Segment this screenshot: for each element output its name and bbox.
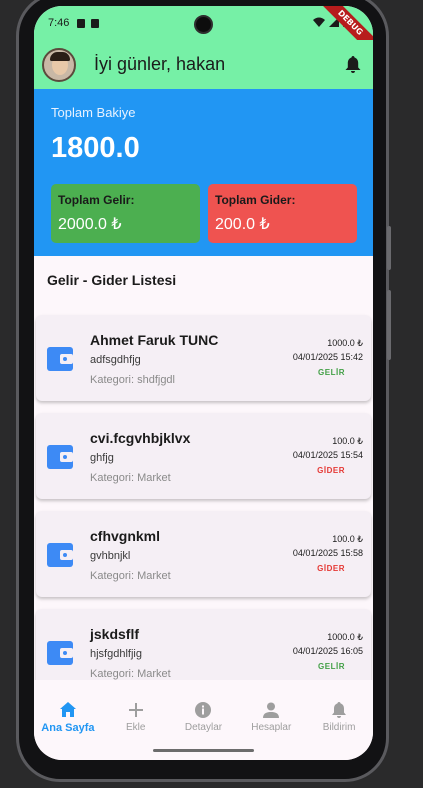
transaction-name: cfhvgnkml bbox=[90, 528, 161, 544]
transaction-category: Kategori: Market bbox=[90, 668, 171, 680]
notifications-bell-icon[interactable] bbox=[343, 55, 363, 75]
transaction-card[interactable]: Ahmet Faruk TUNC adfsgdhfjg Kategori: sh… bbox=[36, 315, 371, 401]
avatar[interactable] bbox=[42, 47, 76, 82]
wallet-icon bbox=[47, 445, 73, 469]
wallet-icon bbox=[47, 641, 73, 665]
transaction-type: GELİR bbox=[318, 368, 345, 377]
bell-icon bbox=[332, 702, 347, 718]
greeting-title: İyi günler, hakan bbox=[94, 54, 226, 74]
nav-add[interactable]: Ekle bbox=[102, 680, 170, 760]
nav-home[interactable]: Ana Sayfa bbox=[34, 680, 102, 760]
app-screen: 7:46 DEBUG İyi günler, hakan Toplam Baki… bbox=[34, 6, 373, 760]
transaction-description: gvhbnjkl bbox=[90, 550, 131, 562]
wallet-icon bbox=[47, 347, 73, 371]
transaction-type: GELİR bbox=[318, 662, 345, 671]
transaction-date: 04/01/2025 15:42 bbox=[292, 352, 363, 362]
transaction-amount: 100.0 ₺ bbox=[332, 534, 363, 544]
total-expense-card: Toplam Gider: 200.0 ₺ bbox=[208, 184, 357, 243]
balance-label: Toplam Bakiye bbox=[51, 105, 136, 120]
wifi-icon bbox=[313, 17, 325, 27]
nav-details-label: Detaylar bbox=[184, 722, 223, 733]
transaction-name: Ahmet Faruk TUNC bbox=[90, 332, 219, 348]
transaction-card[interactable]: cvi.fcgvhbjklvx ghfjg Kategori: Market 1… bbox=[36, 413, 371, 499]
home-indicator[interactable] bbox=[153, 749, 254, 752]
nav-accounts[interactable]: Hesaplar bbox=[237, 680, 305, 760]
info-icon bbox=[195, 702, 212, 718]
transaction-amount: 100.0 ₺ bbox=[332, 436, 363, 446]
nav-details[interactable]: Detaylar bbox=[170, 680, 238, 760]
total-income-card: Toplam Gelir: 2000.0 ₺ bbox=[51, 184, 200, 243]
bottom-navigation: Ana Sayfa Ekle Detaylar Hesaplar Bildiri… bbox=[34, 680, 373, 760]
transaction-name: jskdsflf bbox=[90, 626, 140, 642]
transaction-description: adfsgdhfjg bbox=[90, 354, 141, 366]
transaction-category: Kategori: Market bbox=[90, 570, 171, 582]
nav-add-label: Ekle bbox=[125, 722, 146, 733]
sd-card-icon bbox=[91, 18, 100, 28]
volume-button bbox=[387, 226, 391, 270]
transaction-type: GİDER bbox=[317, 466, 345, 475]
total-expense-value: 200.0 ₺ bbox=[215, 216, 270, 233]
nav-notifications[interactable]: Bildirim bbox=[305, 680, 373, 760]
balance-section: Toplam Bakiye 1800.0 Toplam Gelir: 2000.… bbox=[34, 89, 373, 256]
home-icon bbox=[59, 702, 76, 717]
transaction-card[interactable]: jskdsflf hjsfgdhlfjig Kategori: Market 1… bbox=[36, 609, 371, 680]
total-income-value: 2000.0 ₺ bbox=[58, 216, 122, 233]
list-header: Gelir - Gider Listesi bbox=[34, 256, 373, 308]
transaction-date: 04/01/2025 16:05 bbox=[292, 646, 363, 656]
transaction-description: ghfjg bbox=[90, 452, 114, 464]
total-expense-title: Toplam Gider: bbox=[215, 193, 296, 207]
transaction-description: hjsfgdhlfjig bbox=[90, 648, 142, 660]
transaction-category: Kategori: Market bbox=[90, 472, 171, 484]
nav-notifications-label: Bildirim bbox=[322, 722, 356, 733]
nav-home-label: Ana Sayfa bbox=[41, 722, 95, 734]
transaction-date: 04/01/2025 15:54 bbox=[292, 450, 363, 460]
wallet-icon bbox=[47, 543, 73, 567]
app-bar: İyi günler, hakan bbox=[34, 40, 373, 89]
power-button bbox=[387, 290, 391, 360]
status-bar: 7:46 DEBUG bbox=[34, 6, 373, 60]
transaction-amount: 1000.0 ₺ bbox=[327, 338, 363, 348]
transaction-type: GİDER bbox=[317, 564, 345, 573]
transaction-category: Kategori: shdfjgdl bbox=[90, 374, 175, 386]
total-income-title: Toplam Gelir: bbox=[58, 193, 135, 207]
notification-icon bbox=[77, 18, 86, 28]
nav-accounts-label: Hesaplar bbox=[251, 722, 292, 733]
transaction-list[interactable]: Ahmet Faruk TUNC adfsgdhfjg Kategori: sh… bbox=[34, 308, 373, 680]
status-time: 7:46 bbox=[48, 17, 70, 29]
balance-value: 1800.0 bbox=[51, 132, 140, 164]
transaction-amount: 1000.0 ₺ bbox=[327, 632, 363, 642]
transaction-date: 04/01/2025 15:58 bbox=[292, 548, 363, 558]
transaction-name: cvi.fcgvhbjklvx bbox=[90, 430, 191, 446]
person-icon bbox=[263, 702, 280, 718]
transaction-card[interactable]: cfhvgnkml gvhbnjkl Kategori: Market 100.… bbox=[36, 511, 371, 597]
add-icon bbox=[128, 703, 143, 717]
front-camera bbox=[194, 15, 213, 34]
